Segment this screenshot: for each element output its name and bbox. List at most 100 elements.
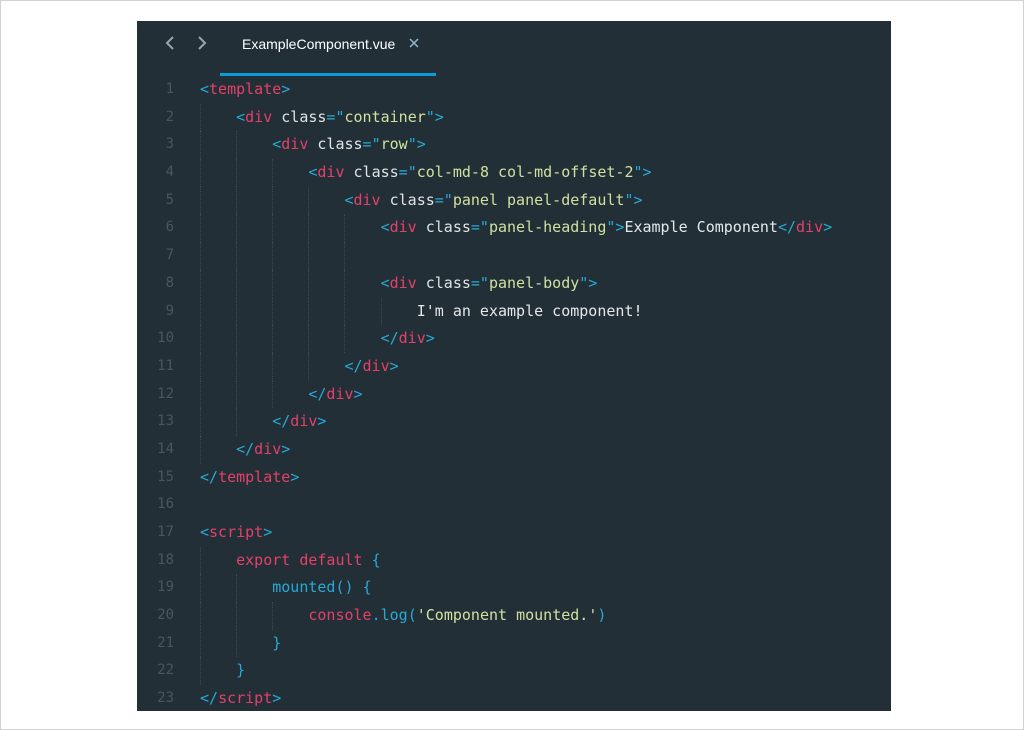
code-line: 1 <template> xyxy=(137,76,891,104)
code-token: ) xyxy=(597,606,607,625)
code-line: 6 <div class="panel-heading">Example Comp… xyxy=(137,214,891,243)
line-number: 14 xyxy=(157,440,174,457)
indent-guide xyxy=(236,297,238,326)
forward-button[interactable] xyxy=(192,32,212,54)
code-token: "> xyxy=(624,190,643,209)
code-token: () { xyxy=(335,578,372,597)
indent-guide xyxy=(200,657,201,686)
code-token: > xyxy=(353,384,363,403)
code-token: log xyxy=(380,606,408,625)
indent-guide xyxy=(272,602,274,630)
line-number: 10 xyxy=(157,330,174,347)
indent-guide xyxy=(200,408,201,436)
indent-guide xyxy=(236,131,238,160)
code-token: Example Component xyxy=(624,218,778,237)
indent-guide xyxy=(344,297,346,326)
code-token: div xyxy=(326,384,354,403)
line-content: } xyxy=(236,657,245,685)
code-token: </ xyxy=(272,412,291,431)
code-token: export xyxy=(236,550,291,569)
code-token: ( xyxy=(407,606,417,625)
code-token: div xyxy=(245,107,273,126)
line-number: 6 xyxy=(165,219,174,236)
indent-guide xyxy=(308,297,310,326)
line-content: <script> xyxy=(200,519,272,547)
line-number: 13 xyxy=(157,413,174,430)
code-token: </ xyxy=(380,329,399,348)
code-token: class xyxy=(308,135,363,154)
code-token: </ xyxy=(308,384,327,403)
indent-guide xyxy=(272,297,274,326)
code-token: panel-heading xyxy=(488,218,607,237)
code-line: 3 <div class="row"> xyxy=(137,131,891,160)
code-editor: ExampleComponent.vue 1 <template> 2 <div cl… xyxy=(137,21,891,711)
indent-guide xyxy=(236,214,238,243)
line-content: </script> xyxy=(200,685,281,711)
code-token: "> xyxy=(606,218,625,237)
line-content: <div class="row"> xyxy=(272,131,426,159)
code-token: < xyxy=(200,80,210,98)
code-token: =" xyxy=(470,218,489,237)
code-line: 12 </div> xyxy=(137,380,891,409)
code-token: =" xyxy=(398,163,417,182)
code-token: class xyxy=(344,163,399,182)
code-token: =" xyxy=(470,273,489,292)
indent-guide xyxy=(236,380,238,409)
code-token: > xyxy=(823,218,833,237)
indent-guide xyxy=(272,159,274,187)
indent-guide xyxy=(200,546,201,575)
code-token: div xyxy=(389,273,417,292)
indent-guide xyxy=(308,214,310,243)
code-token: < xyxy=(380,218,390,237)
indent-guide xyxy=(308,242,310,270)
indent-guide xyxy=(272,186,274,215)
indent-guide xyxy=(236,269,238,298)
code-token: container xyxy=(344,107,426,126)
code-line: 8 <div class="panel-body"> xyxy=(137,269,891,298)
code-token: 'Component mounted.' xyxy=(416,606,598,625)
tab-bar: ExampleComponent.vue xyxy=(137,21,891,76)
code-token: =" xyxy=(362,135,381,154)
line-content: mounted() { xyxy=(272,574,371,602)
code-token: console xyxy=(308,606,372,625)
code-token: < xyxy=(236,107,246,126)
line-number: 19 xyxy=(157,579,174,596)
line-number: 4 xyxy=(165,164,174,181)
code-token: I'm an example component! xyxy=(416,301,643,320)
line-number: 18 xyxy=(157,551,174,568)
indent-guide xyxy=(236,408,238,436)
code-token: col-md-8 col-md-offset-2 xyxy=(416,163,634,182)
back-button[interactable] xyxy=(160,32,180,54)
code-token: div xyxy=(317,163,345,182)
line-content: </div> xyxy=(308,381,362,409)
indent-guide xyxy=(344,269,346,298)
code-token: class xyxy=(380,190,435,209)
code-token: </ xyxy=(200,467,219,486)
code-line: 4 <div class="col-md-8 col-md-offset-2"> xyxy=(137,159,891,187)
indent-guide xyxy=(200,297,201,326)
code-token: > xyxy=(272,689,282,708)
screenshot-frame: ExampleComponent.vue 1 <template> 2 <div cl… xyxy=(0,0,1024,730)
code-line: 11 </div> xyxy=(137,352,891,381)
indent-guide xyxy=(200,214,201,243)
code-line: 2 <div class="container"> xyxy=(137,103,891,132)
code-token: > xyxy=(290,467,300,486)
tab-close-button[interactable] xyxy=(406,35,422,51)
code-token: < xyxy=(200,523,210,541)
code-line: 7 xyxy=(137,242,891,270)
indent-guide xyxy=(308,325,310,353)
code-token: } xyxy=(236,661,246,680)
indent-guide xyxy=(200,131,201,160)
code-area[interactable]: 1 <template> 2 <div class="container"> 3 <div… xyxy=(137,76,891,711)
code-token: { xyxy=(371,550,381,569)
code-line: 18 export default { xyxy=(137,546,891,575)
code-token: </ xyxy=(236,439,255,458)
line-number: 8 xyxy=(165,274,174,291)
close-icon xyxy=(409,38,419,48)
code-token: } xyxy=(272,633,282,652)
indent-guide xyxy=(200,574,201,603)
tab-example-component[interactable]: ExampleComponent.vue xyxy=(220,21,436,76)
code-token: "> xyxy=(633,163,652,182)
